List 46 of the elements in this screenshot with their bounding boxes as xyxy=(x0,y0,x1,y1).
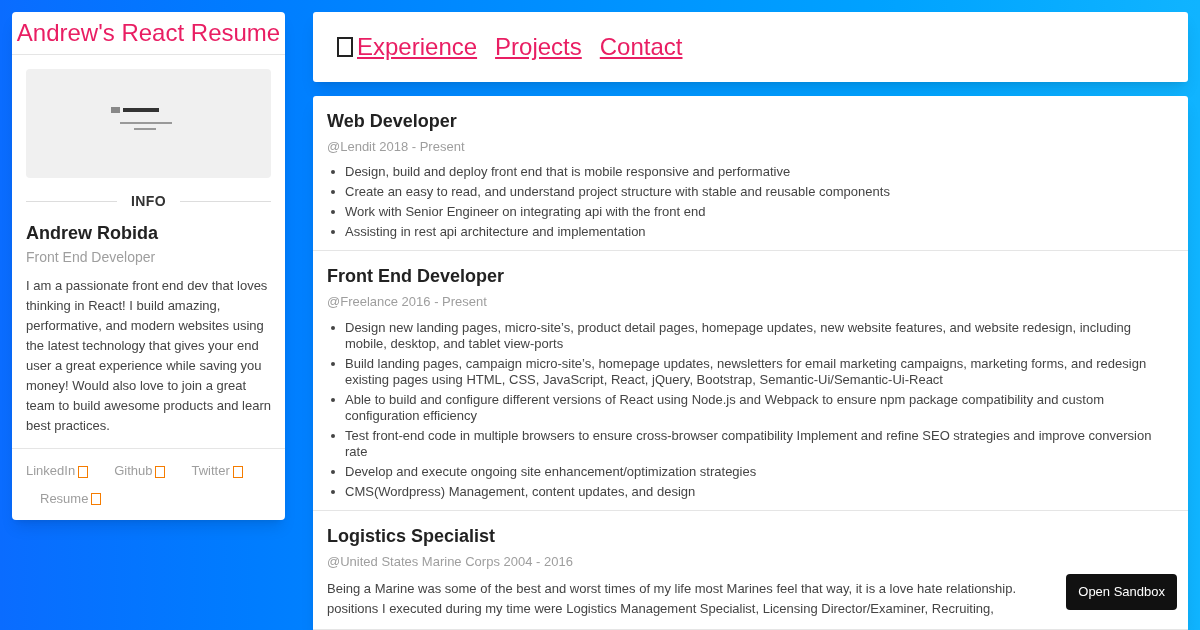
job-meta: @United States Marine Corps 2004 - 2016 xyxy=(327,552,574,571)
site-title: Andrew's React Resume xyxy=(12,12,285,55)
bullet-icon xyxy=(331,210,335,214)
bullet-icon xyxy=(331,433,335,438)
profile-name: Andrew Robida xyxy=(26,222,159,245)
open-sandbox-button[interactable]: Open Sandbox xyxy=(1066,574,1177,610)
job-duty: Test front-end code in multiple browsers to ensure cross-browser compatibility Implement and refine SEO strategies and improve conversion rate xyxy=(345,427,1153,460)
job-title: Front End Developer xyxy=(327,265,506,288)
nav-link[interactable]: Experience xyxy=(357,28,478,65)
profile-role: Front End Developer xyxy=(26,248,157,267)
bullet-icon xyxy=(331,190,335,194)
job-description: Being a Marine was some of the best and worst times of my life most Marines feel that way, it is a love hate relationship. xyxy=(327,580,1017,598)
job-title: Logistics Specialist xyxy=(327,524,497,548)
nav-link[interactable]: Contact xyxy=(599,28,683,65)
job-title: Web Developer xyxy=(327,109,458,133)
social-link[interactable]: Github xyxy=(114,461,166,481)
job-duty: Develop and execute ongoing site enhancement/optimization strategies xyxy=(345,463,757,480)
social-link[interactable]: LinkedIn xyxy=(26,461,89,481)
missing-glyph-icon xyxy=(337,36,353,57)
missing-glyph-icon xyxy=(78,465,89,478)
job-duty: Assisting in rest api architecture and implementation xyxy=(345,224,646,240)
missing-glyph-icon xyxy=(91,493,102,506)
job-duty: CMS(Wordpress) Management, content updates, and design xyxy=(345,483,696,500)
job-description: positions I executed during my time were Logistics Management Specialist, Licensing Director/Examiner, Recruiting, xyxy=(327,600,994,618)
bullet-icon xyxy=(331,489,335,494)
job-meta: @Lendit 2018 - Present xyxy=(327,137,466,156)
bullet-icon xyxy=(331,397,335,402)
nav-link[interactable]: Projects xyxy=(495,28,582,65)
job-duty: Design, build and deploy front end that is mobile responsive and performative xyxy=(345,164,791,180)
social-link[interactable]: Twitter xyxy=(191,461,243,481)
section-label: INFO xyxy=(131,192,166,211)
job-duty: Work with Senior Engineer on integrating api with the front end xyxy=(345,204,706,220)
missing-glyph-icon xyxy=(155,465,166,478)
job-duty: Design new landing pages, micro-site’s, product detail pages, homepage updates, new website features, and website redesign, including mobile, desktop, and tablet view-ports xyxy=(345,319,1133,352)
bullet-icon xyxy=(331,325,335,330)
missing-glyph-icon xyxy=(232,465,243,478)
job-duty: Create an easy to read, and understand project structure with stable and reusable components xyxy=(345,184,890,200)
job-duty: Build landing pages, campaign micro-site’s, homepage updates, newsletters for email marketing campaigns, marketing forms, and redesign existing pages using HTML, CSS, JavaScript, React, jQuery, Bootstrap, Semantic-Ui/Semantic-Ui-React xyxy=(345,355,1148,388)
social-link[interactable]: Resume xyxy=(40,488,102,508)
job-duty: Able to build and configure different versions of React using Node.js and Webpack to ensure npm package compatibility and custom configuration efficiency xyxy=(345,391,1105,424)
bullet-icon xyxy=(331,230,335,234)
bullet-icon xyxy=(331,361,335,366)
job-meta: @Freelance 2016 - Present xyxy=(327,293,488,311)
profile-bio: I am a passionate front end dev that loves thinking in React! I build amazing, performative, and modern websites using the latest technology that gives your end user a great experience while saving you money! Would also love to join a great team to build awesome products and learn best practices. xyxy=(26,277,271,435)
bullet-icon xyxy=(331,170,335,174)
bullet-icon xyxy=(331,469,335,474)
